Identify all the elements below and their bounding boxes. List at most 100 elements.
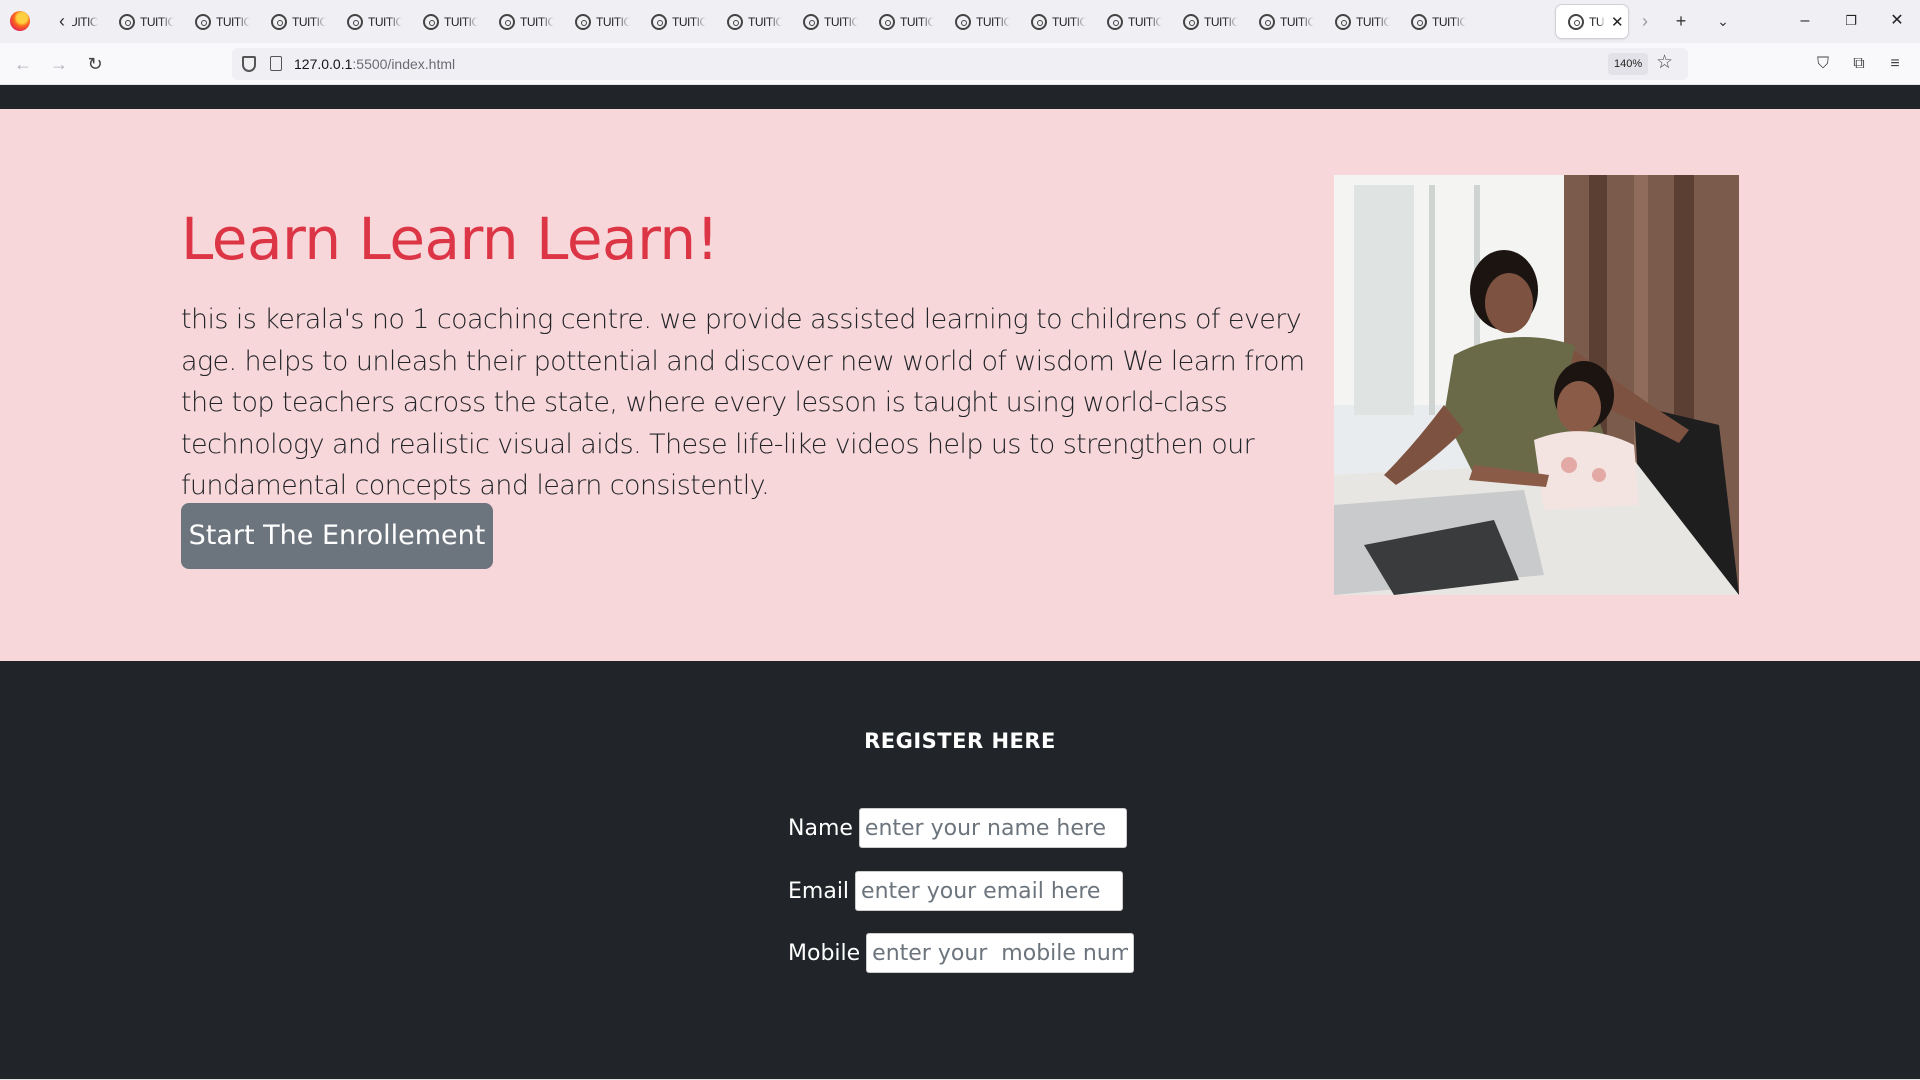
list-all-tabs-chevron-icon[interactable]: ⌄: [1710, 8, 1736, 34]
tab-label: TUITIC: [72, 14, 98, 29]
tab-favicon-icon: [651, 13, 667, 30]
tab-label: TUITIC: [748, 14, 782, 29]
tab-label: TUITIC: [216, 14, 250, 29]
tab-favicon-icon: [1335, 13, 1351, 30]
tab-label: TUITIC: [1432, 14, 1466, 29]
tab-strip: ‹ TUITICTUITICTUITICTUITICTUITICTUITICTU…: [0, 0, 1920, 43]
extensions-icon[interactable]: ⧉: [1846, 51, 1872, 77]
mother-and-child-studying-image: [1334, 175, 1739, 595]
mobile-input[interactable]: [866, 933, 1135, 973]
tab-label: TUITIC: [672, 14, 706, 29]
tab[interactable]: TUITIC: [411, 5, 485, 38]
tab-favicon-icon: [499, 13, 515, 30]
tab-label: TUITIC: [1128, 14, 1162, 29]
minimize-icon[interactable]: –: [1782, 6, 1828, 36]
zoom-level-badge[interactable]: 140%: [1608, 53, 1649, 75]
tab[interactable]: TUITIC: [715, 5, 789, 38]
hero-section: Learn Learn Learn! this is kerala's no 1…: [0, 109, 1920, 661]
reload-icon[interactable]: ↻: [82, 51, 108, 77]
restore-icon[interactable]: ❐: [1828, 6, 1874, 36]
tab[interactable]: TUITIC: [867, 5, 941, 38]
tab-favicon-icon: [1259, 13, 1275, 30]
navigation-toolbar: ← → ↻ 127.0.0.1:5500/index.html 140% ☆ ⛉…: [0, 43, 1920, 85]
page-icon[interactable]: [270, 56, 282, 71]
tab[interactable]: TUITIC: [943, 5, 1017, 38]
tab-label: TUITIC: [1356, 14, 1390, 29]
mobile-row: Mobile: [788, 933, 1135, 973]
tab-favicon-icon: [423, 13, 439, 30]
menu-hamburger-icon[interactable]: ≡: [1882, 51, 1908, 77]
tab-label: TUITIC: [292, 14, 326, 29]
url-host: 127.0.0.1: [294, 56, 353, 72]
tab-label: TUITIC: [140, 14, 174, 29]
tab-favicon-icon: [1183, 13, 1199, 30]
tab-active[interactable]: TU ✕: [1556, 5, 1628, 38]
tab-label: TUITIC: [444, 14, 478, 29]
tab-favicon-icon: [119, 13, 135, 30]
tab[interactable]: TUITIC: [1171, 5, 1245, 38]
tab[interactable]: TUITIC: [1247, 5, 1321, 38]
tab-favicon-icon: [1568, 13, 1584, 30]
tab[interactable]: TUITIC: [107, 5, 181, 38]
tab[interactable]: TUITIC: [1323, 5, 1397, 38]
tab[interactable]: TUITIC: [563, 5, 637, 38]
bookmark-star-icon[interactable]: ☆: [1656, 51, 1673, 74]
pocket-icon[interactable]: ⛉: [1810, 51, 1836, 77]
tab-favicon-icon: [955, 13, 971, 30]
back-arrow-icon[interactable]: ←: [10, 51, 36, 77]
register-section: REGISTER HERE Name Email Mobile: [0, 661, 1920, 1080]
tab[interactable]: TUITIC: [335, 5, 409, 38]
email-label: Email: [788, 878, 850, 904]
tab-favicon-icon: [727, 13, 743, 30]
tab-favicon-icon: [195, 13, 211, 30]
name-label: Name: [788, 815, 853, 841]
tab-label: TUITIC: [1204, 14, 1238, 29]
tab-favicon-icon: [879, 13, 895, 30]
close-icon[interactable]: ✕: [1611, 13, 1624, 31]
mobile-label: Mobile: [788, 940, 861, 966]
tab-label: TUITIC: [900, 14, 934, 29]
tab[interactable]: TUITIC: [183, 5, 257, 38]
tab-label: TU: [1589, 14, 1605, 29]
start-enrollment-button[interactable]: Start The Enrollement: [181, 503, 493, 569]
url-text[interactable]: 127.0.0.1:5500/index.html: [294, 56, 455, 72]
tab[interactable]: TUITIC: [639, 5, 713, 38]
shield-icon[interactable]: [242, 56, 256, 72]
firefox-logo-icon[interactable]: [10, 11, 30, 31]
email-input[interactable]: [855, 871, 1124, 911]
tab[interactable]: TUITIC: [487, 5, 561, 38]
email-row: Email: [788, 871, 1124, 911]
tab-favicon-icon: [347, 13, 363, 30]
hero-title: Learn Learn Learn!: [181, 205, 719, 273]
tab[interactable]: TUITIC: [259, 5, 333, 38]
new-tab-plus-icon[interactable]: +: [1668, 8, 1694, 34]
tab[interactable]: TUITIC: [60, 5, 100, 38]
tab-favicon-icon: [803, 13, 819, 30]
tab-label: TUITIC: [976, 14, 1010, 29]
tab-favicon-icon: [271, 13, 287, 30]
tab-label: TUITIC: [1052, 14, 1086, 29]
forward-arrow-icon[interactable]: →: [46, 51, 72, 77]
tab-favicon-icon: [575, 13, 591, 30]
tab-label: TUITIC: [520, 14, 554, 29]
tab[interactable]: TUITIC: [1019, 5, 1093, 38]
page-viewport: Learn Learn Learn! this is kerala's no 1…: [0, 86, 1920, 1080]
tab-favicon-icon: [1411, 13, 1427, 30]
tab[interactable]: TUITIC: [1399, 5, 1473, 38]
register-title: REGISTER HERE: [864, 729, 1056, 753]
tab-favicon-icon: [1107, 13, 1123, 30]
tab[interactable]: TUITIC: [1095, 5, 1169, 38]
tab-label: TUITIC: [1280, 14, 1314, 29]
name-row: Name: [788, 808, 1127, 848]
name-input[interactable]: [858, 808, 1127, 848]
tab-label: TUITIC: [368, 14, 402, 29]
window-close-icon[interactable]: ✕: [1874, 6, 1920, 36]
tab-scroll-right-icon[interactable]: ›: [1632, 8, 1658, 34]
tab[interactable]: TUITIC: [791, 5, 865, 38]
tab-label: TUITIC: [596, 14, 630, 29]
address-bar[interactable]: 127.0.0.1:5500/index.html 140% ☆: [232, 48, 1688, 80]
tab-favicon-icon: [1031, 13, 1047, 30]
page-top-bar: [0, 86, 1920, 109]
hero-description: this is kerala's no 1 coaching centre. w…: [181, 304, 1305, 501]
tab-label: TUITIC: [824, 14, 858, 29]
